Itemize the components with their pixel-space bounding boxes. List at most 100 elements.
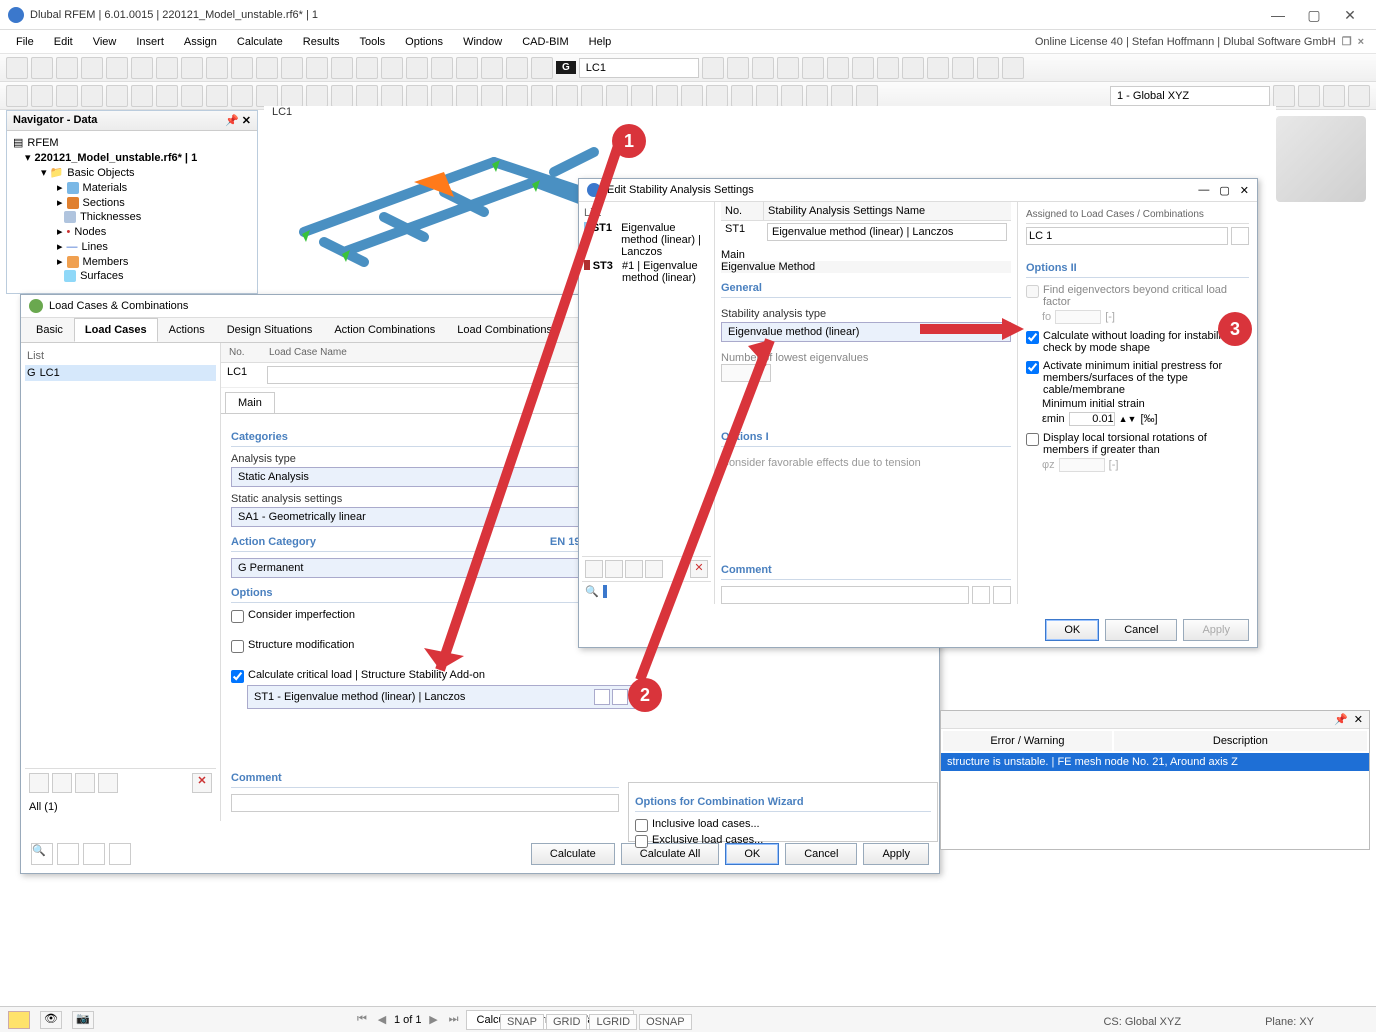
sta-tab-eigen[interactable]: Eigenvalue Method <box>721 261 1011 273</box>
error-row[interactable]: structure is unstable. | FE mesh node No… <box>941 753 1369 771</box>
menu-cadbim[interactable]: CAD-BIM <box>512 32 578 52</box>
tb-icon[interactable] <box>952 57 974 79</box>
window-minimize-icon[interactable]: — <box>1260 3 1296 27</box>
tb-icon[interactable] <box>856 85 878 107</box>
window-maximize-icon[interactable]: ▢ <box>1296 3 1332 27</box>
tb-icon[interactable] <box>1273 85 1295 107</box>
assigned-select-icon[interactable] <box>1231 227 1249 245</box>
tree-item[interactable]: Surfaces <box>80 270 123 282</box>
tb-icon[interactable] <box>531 85 553 107</box>
tb-icon[interactable] <box>106 85 128 107</box>
tb-icon[interactable] <box>481 85 503 107</box>
sta-assigned-input[interactable] <box>1026 227 1228 245</box>
sta-name-input[interactable] <box>767 223 1007 241</box>
tb-icon[interactable] <box>256 57 278 79</box>
tb-icon[interactable] <box>802 57 824 79</box>
sta-ok-button[interactable]: OK <box>1045 619 1099 641</box>
view-cube[interactable] <box>1276 116 1366 202</box>
tb-icon[interactable] <box>81 85 103 107</box>
tb-icon[interactable] <box>406 57 428 79</box>
chk-torsional[interactable]: Display local torsional rotations of mem… <box>1026 432 1249 456</box>
osnap-toggle[interactable]: OSNAP <box>639 1014 692 1030</box>
list-btn[interactable] <box>75 773 95 793</box>
menu-edit[interactable]: Edit <box>44 32 83 52</box>
tb-icon[interactable] <box>481 57 503 79</box>
loadcase-selector[interactable]: LC1 <box>579 58 699 78</box>
filter-dropdown[interactable]: All (1) <box>29 801 58 813</box>
comment-edit-icon[interactable] <box>993 586 1011 604</box>
tb-redo-icon[interactable] <box>156 57 178 79</box>
tb-icon[interactable] <box>356 85 378 107</box>
chk-findvec[interactable]: Find eigenvectors beyond critical load f… <box>1026 284 1249 308</box>
tree-item[interactable]: Thicknesses <box>80 211 141 223</box>
tree-file[interactable]: 220121_Model_unstable.rf6* | 1 <box>35 152 198 164</box>
tb-saveall-icon[interactable] <box>81 57 103 79</box>
tb-icon[interactable] <box>506 57 528 79</box>
menu-tools[interactable]: Tools <box>349 32 395 52</box>
tb-icon[interactable] <box>31 85 53 107</box>
tb-icon[interactable] <box>431 57 453 79</box>
pager-last-icon[interactable]: ⏭ <box>446 1013 462 1026</box>
tb-icon[interactable] <box>631 85 653 107</box>
tab-basic[interactable]: Basic <box>25 318 74 342</box>
tb-icon[interactable] <box>331 57 353 79</box>
tb-icon[interactable] <box>706 85 728 107</box>
tb-icon[interactable] <box>406 85 428 107</box>
tb-icon[interactable] <box>531 57 553 79</box>
menu-window[interactable]: Window <box>453 32 512 52</box>
tb-icon[interactable] <box>131 85 153 107</box>
tb-icon[interactable] <box>852 57 874 79</box>
sta-cancel-button[interactable]: Cancel <box>1105 619 1177 641</box>
tb-undo-icon[interactable] <box>131 57 153 79</box>
tree-group[interactable]: Basic Objects <box>67 167 134 179</box>
tb-icon[interactable] <box>331 85 353 107</box>
tb-icon[interactable] <box>752 57 774 79</box>
tb-icon[interactable] <box>927 57 949 79</box>
tb-icon[interactable] <box>827 57 849 79</box>
camera-icon[interactable]: 📷 <box>72 1011 94 1029</box>
tb-icon[interactable] <box>831 85 853 107</box>
tree-item[interactable]: Materials <box>83 182 128 194</box>
calculate-button[interactable]: Calculate <box>531 843 615 865</box>
tb-icon[interactable] <box>381 85 403 107</box>
tb-icon[interactable] <box>381 57 403 79</box>
pager-prev-icon[interactable]: ◀ <box>374 1013 390 1026</box>
tab-load-cases[interactable]: Load Cases <box>74 318 158 342</box>
chk-inclusive[interactable]: Inclusive load cases... <box>635 818 931 832</box>
tb-print-icon[interactable] <box>106 57 128 79</box>
tb-icon[interactable] <box>206 57 228 79</box>
tb-icon[interactable] <box>977 57 999 79</box>
tb-icon[interactable] <box>456 85 478 107</box>
tb-icon[interactable] <box>306 85 328 107</box>
navigator-pin-icon[interactable]: 📌 ✕ <box>225 114 251 127</box>
tb-icon[interactable] <box>606 85 628 107</box>
menu-file[interactable]: File <box>6 32 44 52</box>
tb-icon[interactable] <box>777 57 799 79</box>
tb-icon[interactable] <box>556 85 578 107</box>
menu-assign[interactable]: Assign <box>174 32 227 52</box>
tb-icon[interactable] <box>356 57 378 79</box>
child-window-restore-icon[interactable]: ❐ <box>1342 35 1352 48</box>
list-delete-button[interactable]: ✕ <box>192 773 212 793</box>
tb-icon[interactable] <box>456 57 478 79</box>
tb-icon[interactable] <box>681 85 703 107</box>
tb-icon[interactable] <box>781 85 803 107</box>
eps-input[interactable] <box>1069 412 1115 426</box>
tab-design-situations[interactable]: Design Situations <box>216 318 324 342</box>
eye-icon[interactable]: 👁 <box>40 1011 62 1029</box>
tree-item[interactable]: Lines <box>82 241 108 253</box>
comment-select-icon[interactable] <box>972 586 990 604</box>
status-icon[interactable] <box>8 1011 30 1029</box>
pager-first-icon[interactable]: ⏮ <box>354 1013 370 1026</box>
tb-next-icon[interactable] <box>727 57 749 79</box>
tb-icon[interactable] <box>902 57 924 79</box>
tb-icon[interactable] <box>1323 85 1345 107</box>
sta-tab-main[interactable]: Main <box>721 249 1011 261</box>
snap-toggle[interactable]: SNAP <box>500 1014 544 1030</box>
tb-icon[interactable] <box>756 85 778 107</box>
tree-item[interactable]: Sections <box>83 197 125 209</box>
tb-icon[interactable] <box>156 85 178 107</box>
window-close-icon[interactable]: ✕ <box>1332 3 1368 27</box>
tb-icon[interactable] <box>877 57 899 79</box>
menu-calculate[interactable]: Calculate <box>227 32 293 52</box>
